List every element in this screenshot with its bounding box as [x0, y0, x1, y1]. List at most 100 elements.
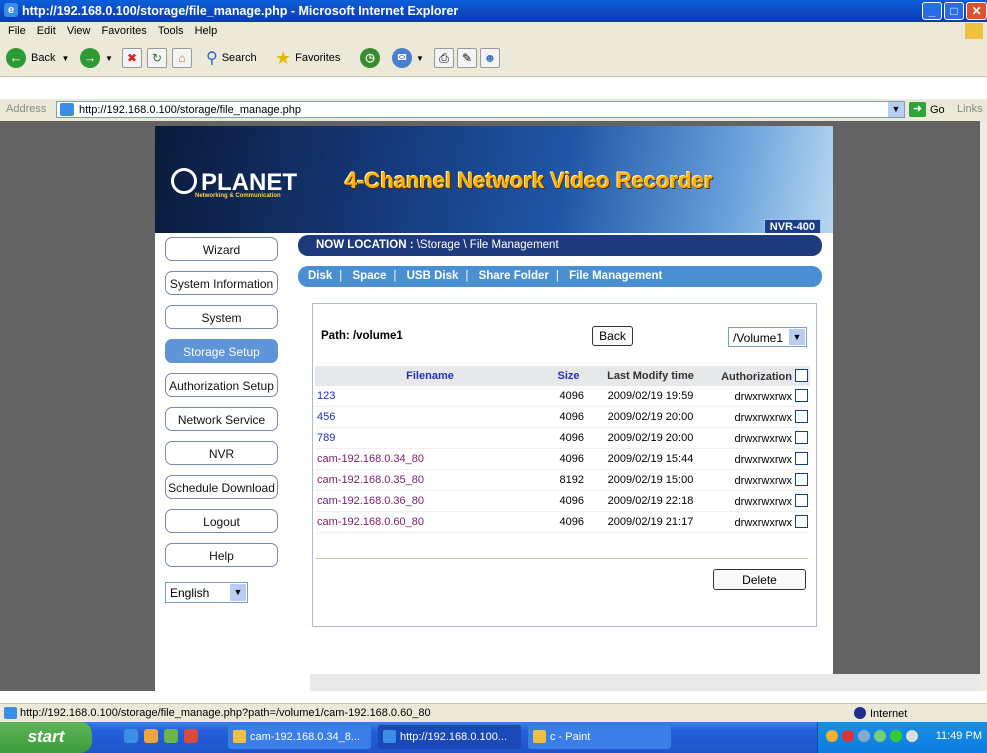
tab-usb-disk[interactable]: USB Disk — [407, 270, 459, 282]
sidebar-item-logout[interactable]: Logout — [165, 509, 278, 533]
back-folder-button[interactable]: Back — [592, 326, 633, 346]
tab-disk[interactable]: Disk — [308, 270, 332, 282]
back-arrow-icon: ← — [6, 48, 26, 68]
file-size: 4096 — [545, 406, 592, 428]
logo-ring-icon — [171, 168, 197, 194]
task-ie-window[interactable]: http://192.168.0.100... — [378, 725, 521, 749]
search-label: Search — [221, 52, 257, 64]
go-button[interactable]: ➜ Go — [909, 102, 945, 117]
stop-icon[interactable]: ✖ — [122, 48, 142, 68]
file-auth-cell: drwxrwxrwx — [709, 427, 810, 449]
history-icon[interactable]: ◷ — [360, 48, 380, 68]
menu-help[interactable]: Help — [195, 25, 218, 37]
column-size[interactable]: Size — [545, 366, 592, 386]
file-time: 2009/02/19 21:17 — [592, 511, 709, 533]
volume-icon[interactable] — [906, 730, 918, 742]
network-icon[interactable] — [858, 730, 870, 742]
messenger-icon[interactable]: ☻ — [480, 48, 500, 68]
volume-select[interactable]: /Volume1 ▼ — [728, 327, 807, 347]
location-label: NOW LOCATION : — [316, 239, 414, 251]
antivirus-icon[interactable] — [842, 730, 854, 742]
system-tray: 11:49 PM — [817, 722, 987, 753]
print-icon[interactable]: ⎙ — [434, 48, 454, 68]
edit-icon[interactable]: ✎ — [457, 48, 477, 68]
row-checkbox[interactable] — [795, 515, 808, 528]
file-management-panel: Path: /volume1 Back /Volume1 ▼ Filename … — [312, 303, 817, 627]
close-button[interactable]: ✕ — [966, 2, 987, 20]
row-checkbox[interactable] — [795, 431, 808, 444]
menu-view[interactable]: View — [67, 25, 91, 37]
row-checkbox[interactable] — [795, 389, 808, 402]
refresh-icon[interactable]: ↻ — [147, 48, 167, 68]
row-checkbox[interactable] — [795, 452, 808, 465]
minimize-button[interactable]: _ — [922, 2, 942, 20]
tab-space[interactable]: Space — [353, 270, 387, 282]
row-checkbox[interactable] — [795, 494, 808, 507]
sidebar-item-system[interactable]: System — [165, 305, 278, 329]
file-size: 4096 — [545, 511, 592, 533]
folder-quicklaunch-icon[interactable] — [164, 729, 178, 743]
file-link[interactable]: 456 — [315, 406, 545, 428]
location-bar: NOW LOCATION : \Storage \ File Managemen… — [298, 235, 822, 256]
page-footer — [310, 674, 980, 691]
start-button[interactable]: start — [0, 722, 92, 753]
maximize-button[interactable]: □ — [944, 2, 964, 20]
favorites-button[interactable]: ★ Favorites — [275, 46, 340, 70]
ie-quicklaunch-icon[interactable] — [124, 729, 138, 743]
vertical-scrollbar[interactable] — [980, 121, 987, 691]
sidebar-item-authorization-setup[interactable]: Authorization Setup — [165, 373, 278, 397]
paint-icon — [533, 730, 546, 743]
menu-favorites[interactable]: Favorites — [102, 25, 147, 37]
address-label: Address — [6, 103, 47, 115]
chevron-down-icon: ▼ — [61, 53, 70, 63]
language-select[interactable]: English ▼ — [165, 582, 248, 603]
tray-icon[interactable] — [874, 730, 886, 742]
tab-share-folder[interactable]: Share Folder — [479, 270, 549, 282]
media-quicklaunch-icon[interactable] — [184, 729, 198, 743]
task-paint[interactable]: c - Paint — [528, 725, 671, 749]
file-link[interactable]: 123 — [315, 386, 545, 407]
back-button[interactable]: ← Back ▼ — [6, 46, 69, 70]
sidebar-item-storage-setup[interactable]: Storage Setup — [165, 339, 278, 363]
row-checkbox[interactable] — [795, 473, 808, 486]
page-icon — [4, 707, 17, 719]
shield-icon[interactable] — [826, 730, 838, 742]
home-icon[interactable]: ⌂ — [172, 48, 192, 68]
file-time: 2009/02/19 20:00 — [592, 427, 709, 449]
row-checkbox[interactable] — [795, 410, 808, 423]
file-size: 4096 — [545, 386, 592, 407]
file-link[interactable]: cam-192.168.0.36_80 — [315, 490, 545, 512]
search-button[interactable]: ⚲ Search — [206, 46, 257, 70]
file-size: 4096 — [545, 448, 592, 470]
sidebar-item-schedule-download[interactable]: Schedule Download — [165, 475, 278, 499]
task-cam-folder[interactable]: cam-192.168.0.34_8... — [228, 725, 371, 749]
delete-button[interactable]: Delete — [713, 569, 806, 590]
tab-file-management[interactable]: File Management — [569, 270, 662, 282]
firefox-quicklaunch-icon[interactable] — [144, 729, 158, 743]
status-bar: http://192.168.0.100/storage/file_manage… — [0, 703, 987, 723]
menu-tools[interactable]: Tools — [158, 25, 184, 37]
links-label[interactable]: Links — [957, 103, 983, 115]
search-icon: ⚲ — [206, 50, 218, 67]
select-all-checkbox[interactable] — [795, 369, 808, 382]
chevron-down-icon[interactable]: ▼ — [888, 102, 904, 117]
sidebar-item-nvr[interactable]: NVR — [165, 441, 278, 465]
mail-icon[interactable]: ✉ — [392, 48, 412, 68]
authorization-header-label: Authorization — [721, 371, 792, 383]
column-filename[interactable]: Filename — [315, 366, 545, 386]
forward-button[interactable]: → ▼ — [80, 46, 113, 70]
menu-edit[interactable]: Edit — [37, 25, 56, 37]
file-link[interactable]: 789 — [315, 427, 545, 449]
file-link[interactable]: cam-192.168.0.34_80 — [315, 448, 545, 470]
sidebar-item-system-information[interactable]: System Information — [165, 271, 278, 295]
file-link[interactable]: cam-192.168.0.35_80 — [315, 469, 545, 491]
menu-file[interactable]: File — [8, 25, 26, 37]
update-icon[interactable] — [890, 730, 902, 742]
sidebar-item-wizard[interactable]: Wizard — [165, 237, 278, 261]
file-auth: drwxrwxrwx — [734, 412, 792, 424]
table-row: 789 4096 2009/02/19 20:00 drwxrwxrwx — [315, 427, 810, 449]
sidebar-item-network-service[interactable]: Network Service — [165, 407, 278, 431]
sidebar-item-help[interactable]: Help — [165, 543, 278, 567]
file-link[interactable]: cam-192.168.0.60_80 — [315, 511, 545, 533]
address-input[interactable]: http://192.168.0.100/storage/file_manage… — [56, 101, 905, 118]
